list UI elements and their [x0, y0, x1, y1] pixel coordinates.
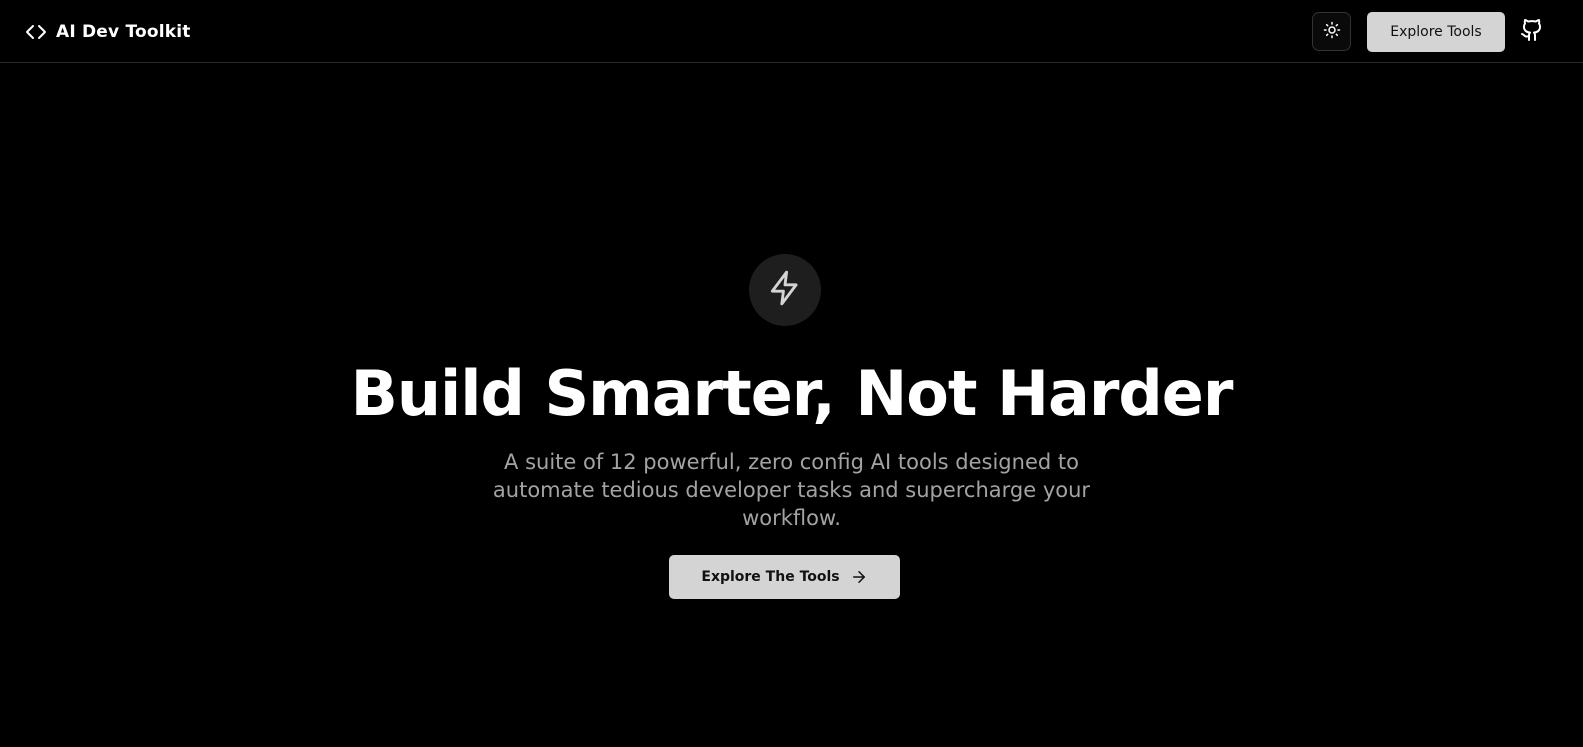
hero-cta-label: Explore The Tools [701, 569, 840, 585]
code-icon [24, 20, 48, 44]
explore-the-tools-button[interactable]: Explore The Tools [669, 555, 900, 599]
lightning-bolt-icon [766, 269, 804, 311]
explore-tools-nav-button[interactable]: Explore Tools [1367, 12, 1505, 52]
hero-subtitle: A suite of 12 powerful, zero config AI t… [492, 450, 1091, 530]
brand-name: AI Dev Toolkit [56, 22, 191, 42]
brand-logo-link[interactable]: AI Dev Toolkit [24, 20, 191, 44]
arrow-right-icon [850, 568, 868, 586]
theme-toggle-button[interactable] [1312, 12, 1351, 51]
hero-badge [749, 254, 821, 326]
github-icon [1520, 18, 1544, 46]
sun-icon [1323, 21, 1341, 43]
github-link[interactable] [1518, 18, 1546, 46]
top-navbar: AI Dev Toolkit Explore Tools [0, 0, 1583, 63]
hero-title: Build Smarter, Not Harder [350, 357, 1234, 430]
